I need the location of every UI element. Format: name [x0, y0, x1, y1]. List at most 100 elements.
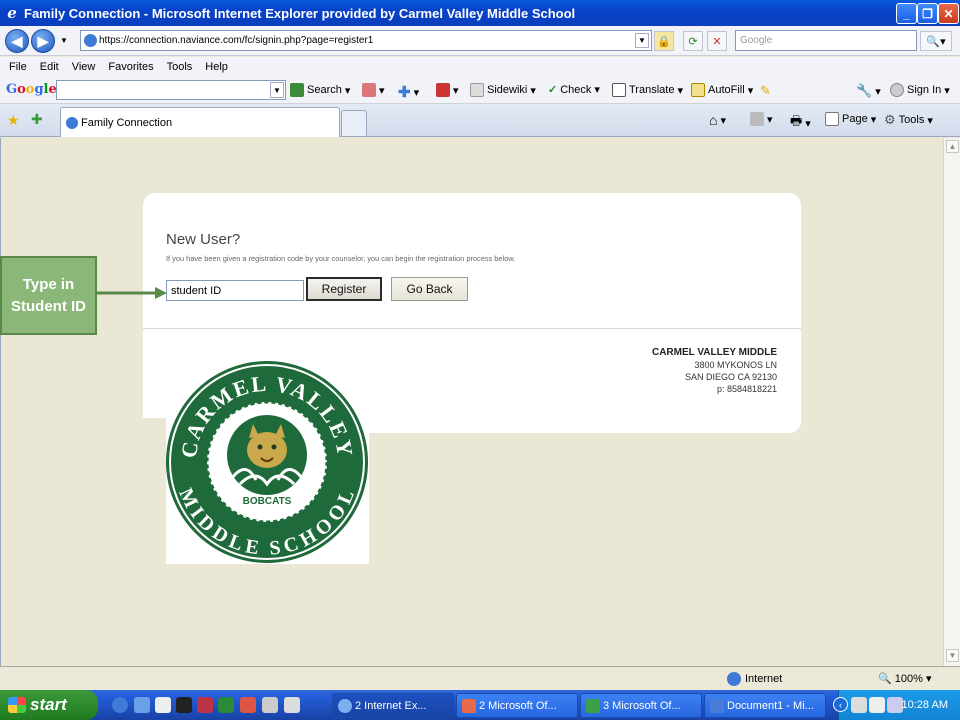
- translate-icon: [612, 83, 626, 97]
- system-tray: ‹ 10:28 AM: [833, 690, 960, 720]
- quicklaunch-outlook-icon[interactable]: [134, 697, 150, 713]
- forward-button[interactable]: ▶: [31, 29, 55, 53]
- bookmark-button[interactable]: ▾: [362, 83, 385, 97]
- google-search-button[interactable]: Search ▾: [290, 83, 350, 97]
- google-search-input[interactable]: ▼: [56, 80, 286, 100]
- school-name: CARMEL VALLEY MIDDLE: [651, 347, 777, 358]
- task-internet-explorer[interactable]: 2 Internet Ex...: [332, 693, 454, 718]
- address-dropdown-icon[interactable]: ▼: [635, 33, 649, 48]
- tools-menu-button[interactable]: ⚙ Tools ▾: [884, 112, 933, 128]
- menu-bar: File Edit View Favorites Tools Help: [0, 57, 960, 77]
- menu-tools[interactable]: Tools: [162, 61, 201, 73]
- ie-task-icon: [338, 699, 352, 713]
- search-button[interactable]: 🔍▾: [920, 31, 952, 51]
- back-button[interactable]: ◀: [5, 29, 29, 53]
- stop-button[interactable]: ✕: [707, 31, 727, 51]
- menu-file[interactable]: File: [4, 61, 35, 73]
- autofill-icon: [691, 83, 705, 97]
- task-microsoft-office-1[interactable]: 2 Microsoft Of...: [456, 693, 578, 718]
- popup-blocker-button[interactable]: ▾: [436, 83, 459, 97]
- highlight-button[interactable]: ✎: [760, 83, 771, 99]
- wrench-icon: 🔧: [856, 83, 873, 98]
- google-logo: Google: [6, 82, 57, 97]
- sidewiki-button[interactable]: Sidewiki ▾: [470, 83, 536, 97]
- refresh-button[interactable]: ⟳: [683, 31, 703, 51]
- translate-button[interactable]: Translate ▾: [612, 83, 683, 97]
- google-search-icon: [290, 83, 304, 97]
- callout-arrow-icon: [97, 286, 167, 300]
- feeds-button[interactable]: ▾: [750, 112, 773, 126]
- quicklaunch-d-icon[interactable]: [176, 697, 192, 713]
- url-text: https://connection.naviance.com/fc/signi…: [99, 35, 374, 46]
- print-button[interactable]: 🖶 ▾: [790, 112, 811, 134]
- register-button[interactable]: Register: [306, 277, 382, 301]
- autofill-button[interactable]: AutoFill ▾: [691, 83, 753, 97]
- quicklaunch-app3-icon[interactable]: [262, 697, 278, 713]
- page-menu-button[interactable]: Page ▾: [825, 112, 876, 126]
- internet-zone-icon: [727, 672, 741, 686]
- add-favorites-icon[interactable]: ✚: [31, 111, 43, 128]
- menu-help[interactable]: Help: [200, 61, 236, 73]
- zoom-level[interactable]: 🔍 100% ▾: [878, 672, 931, 685]
- status-bar: Internet 🔍 100% ▾: [0, 666, 960, 690]
- address-input[interactable]: https://connection.naviance.com/fc/signi…: [80, 30, 652, 51]
- feeds-icon: [750, 112, 764, 126]
- quicklaunch-ie-icon[interactable]: [112, 697, 128, 713]
- history-dropdown-icon[interactable]: ▼: [60, 36, 68, 45]
- quicklaunch-powerpoint-icon[interactable]: [240, 697, 256, 713]
- spellcheck-icon: ✓: [548, 84, 558, 96]
- bookmark-icon: [362, 83, 376, 97]
- scroll-up-arrow[interactable]: ▲: [946, 140, 959, 153]
- address-row: ◀ ▶ ▼ https://connection.naviance.com/fc…: [0, 26, 960, 56]
- sign-in-button[interactable]: Sign In ▾: [890, 83, 950, 97]
- quicklaunch-app4-icon[interactable]: [284, 697, 300, 713]
- menu-edit[interactable]: Edit: [35, 61, 67, 73]
- gear-icon: ⚙: [884, 112, 896, 127]
- favorites-star-icon[interactable]: ★: [7, 112, 20, 129]
- search-input[interactable]: Google: [735, 30, 917, 51]
- ie-icon: e: [7, 4, 17, 22]
- plus-icon: ✚: [398, 84, 411, 101]
- tray-expand-icon[interactable]: ‹: [833, 697, 848, 712]
- quicklaunch-excel-icon[interactable]: [218, 697, 234, 713]
- school-logo: BOBCATS CARMEL VALLEY MIDDLE SCHOOL: [166, 360, 369, 564]
- page-icon: [84, 34, 97, 47]
- task-microsoft-office-2[interactable]: 3 Microsoft Of...: [580, 693, 702, 718]
- clock: 10:28 AM: [901, 699, 948, 711]
- school-street: 3800 MYKONOS LN: [694, 360, 777, 370]
- excel-task-icon: [586, 699, 600, 713]
- instruction-text: If you have been given a registration co…: [166, 254, 516, 263]
- go-back-button[interactable]: Go Back: [391, 277, 468, 301]
- menu-view[interactable]: View: [67, 61, 104, 73]
- vertical-scrollbar[interactable]: ▲ ▼: [943, 138, 960, 666]
- sign-in-icon: [890, 83, 904, 97]
- powerpoint-task-icon: [462, 699, 476, 713]
- tray-network-icon[interactable]: [851, 697, 867, 713]
- google-dropdown-icon[interactable]: ▼: [270, 82, 284, 98]
- registration-code-input[interactable]: student ID: [166, 280, 304, 301]
- plus-button[interactable]: ✚ ▾: [398, 83, 419, 101]
- window-title: Family Connection - Microsoft Internet E…: [24, 5, 576, 21]
- quicklaunch-app2-icon[interactable]: [197, 697, 213, 713]
- close-button[interactable]: ✕: [938, 3, 959, 24]
- restore-button[interactable]: ❐: [917, 3, 938, 24]
- lock-icon[interactable]: 🔒: [654, 31, 674, 51]
- start-button[interactable]: start: [0, 690, 98, 720]
- title-bar: e Family Connection - Microsoft Internet…: [0, 0, 960, 26]
- security-zone: Internet: [727, 672, 782, 686]
- minimize-button[interactable]: _: [896, 3, 917, 24]
- settings-button[interactable]: 🔧 ▾: [856, 83, 881, 99]
- tray-security-icon[interactable]: [869, 697, 885, 713]
- printer-icon: 🖶: [790, 113, 803, 128]
- windows-logo-icon: [8, 697, 26, 713]
- home-button[interactable]: ⌂ ▾: [709, 112, 726, 128]
- new-tab-button[interactable]: [341, 110, 367, 136]
- popup-blocker-icon: [436, 83, 450, 97]
- quicklaunch-app-icon[interactable]: [155, 697, 171, 713]
- scroll-down-arrow[interactable]: ▼: [946, 649, 959, 662]
- school-city: SAN DIEGO CA 92130: [684, 372, 777, 382]
- check-button[interactable]: ✓ Check ▾: [548, 83, 600, 97]
- tab-family-connection[interactable]: Family Connection: [60, 107, 340, 137]
- menu-favorites[interactable]: Favorites: [103, 61, 161, 73]
- task-document1[interactable]: Document1 - Mi...: [704, 693, 826, 718]
